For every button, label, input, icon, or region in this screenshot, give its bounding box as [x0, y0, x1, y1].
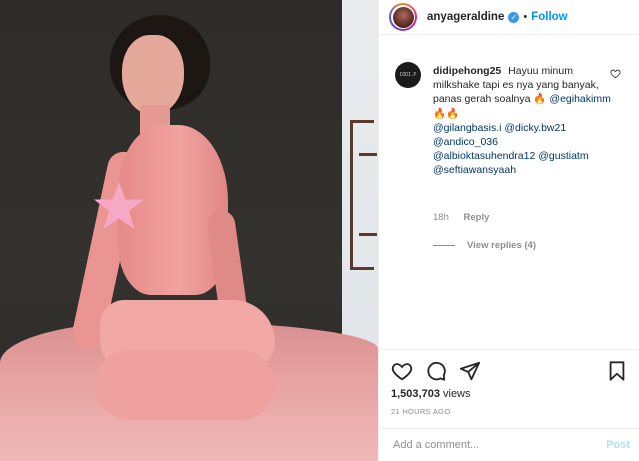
model-leg-lower — [95, 350, 275, 420]
view-count[interactable]: 1,503,703 views — [391, 388, 628, 400]
verified-badge-icon: ✓ — [508, 11, 520, 23]
post-comment-button[interactable]: Post — [606, 439, 630, 451]
reply-button[interactable]: Reply — [464, 212, 490, 223]
fire-emoji: 🔥🔥 — [433, 107, 460, 120]
comment-bubble-icon[interactable] — [425, 360, 447, 382]
add-comment-bar: Post — [379, 428, 639, 461]
post-actions: 1,503,703 views 21 HOURS AGO — [379, 349, 639, 425]
mention-link[interactable]: @gilangbasis.i — [433, 122, 501, 134]
star-sticker-icon — [94, 182, 144, 229]
post-side-panel: anyageraldine ✓ • Follow DIDI.P didipeho… — [378, 0, 639, 461]
mention-link[interactable]: @seftiawansyaah — [433, 164, 516, 176]
author-username[interactable]: anyageraldine — [427, 11, 504, 23]
comment-like-heart-icon[interactable] — [610, 68, 621, 79]
comment-text: didipehong25 Hayuu minum milkshake tapi … — [433, 64, 613, 178]
mention-link[interactable]: @dicky.bw21 — [504, 122, 566, 134]
comment-time: 18h — [433, 212, 449, 223]
follow-button[interactable]: Follow — [531, 11, 567, 23]
comments-list[interactable]: DIDI.P didipehong25 Hayuu minum milkshak… — [379, 36, 639, 349]
studio-stand — [350, 120, 377, 270]
heart-icon[interactable] — [391, 360, 413, 382]
model-face — [122, 35, 184, 115]
mention-link[interactable]: @gustiatm — [538, 150, 588, 162]
mention-link[interactable]: @andico_036 — [433, 136, 498, 148]
paper-plane-icon[interactable] — [459, 360, 481, 382]
post-header: anyageraldine ✓ • Follow — [379, 0, 639, 35]
bookmark-icon[interactable] — [606, 360, 628, 382]
post-timestamp[interactable]: 21 HOURS AGO — [391, 407, 628, 416]
commenter-avatar[interactable]: DIDI.P — [395, 62, 421, 88]
views-label: views — [443, 388, 471, 400]
comment-meta: 18h Reply — [433, 212, 501, 223]
add-comment-input[interactable] — [393, 439, 607, 451]
views-number: 1,503,703 — [391, 388, 440, 400]
replies-line — [433, 245, 455, 246]
mention-link[interactable]: @egihakimm — [549, 93, 610, 105]
mention-link[interactable]: @albioktasuhendra12 — [433, 150, 535, 162]
author-avatar[interactable] — [389, 3, 417, 31]
view-replies-label: View replies (4) — [467, 240, 536, 251]
action-icons-row — [391, 360, 628, 382]
commenter-avatar-text: DIDI.P — [399, 72, 417, 78]
fire-emoji: 🔥 — [533, 93, 547, 106]
view-replies-button[interactable]: View replies (4) — [433, 240, 536, 251]
commenter-username[interactable]: didipehong25 — [433, 65, 501, 77]
header-separator: • — [523, 11, 528, 23]
post-media[interactable] — [0, 0, 378, 461]
